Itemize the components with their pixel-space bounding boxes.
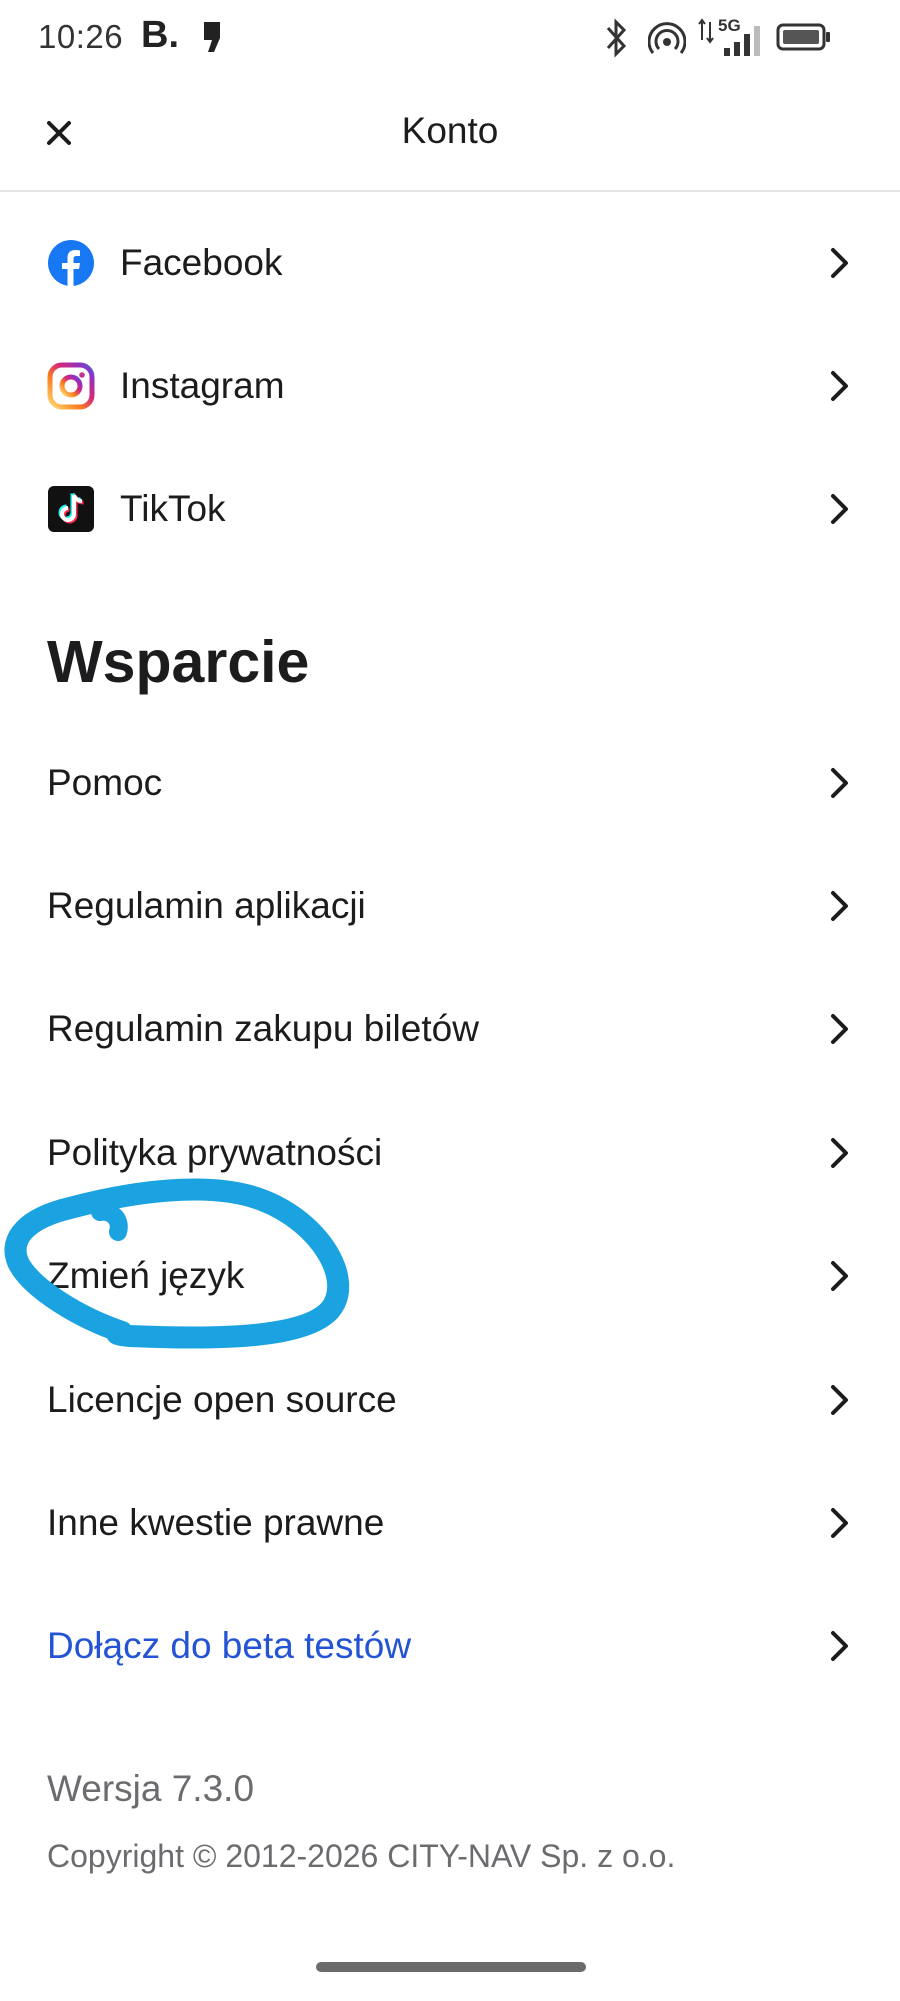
battery-icon xyxy=(776,23,830,51)
chevron-right-icon xyxy=(831,1631,848,1661)
menu-item-label: Dołącz do beta testów xyxy=(47,1625,412,1666)
chevron-right-icon xyxy=(831,494,848,524)
chevron-right-icon xyxy=(831,1261,848,1291)
chevron-right-icon xyxy=(831,371,848,401)
menu-item-label: Licencje open source xyxy=(47,1379,397,1420)
copyright-notice: Copyright © 2012-2026 CITY-NAV Sp. z o.o… xyxy=(47,1838,676,1874)
social-item-tiktok[interactable]: TikTok xyxy=(0,459,900,559)
mobile-data-icon xyxy=(698,18,714,44)
annotation-scribble xyxy=(4,1178,350,1349)
social-item-facebook[interactable]: Facebook xyxy=(0,213,900,313)
menu-item-app-terms[interactable]: Regulamin aplikacji xyxy=(0,856,900,956)
home-indicator[interactable] xyxy=(316,1962,586,1972)
hotspot-icon xyxy=(648,22,686,54)
menu-item-label: Polityka prywatności xyxy=(47,1132,383,1173)
menu-item-label: Regulamin zakupu biletów xyxy=(47,1008,479,1049)
menu-item-help[interactable]: Pomoc xyxy=(0,733,900,833)
chevron-right-icon xyxy=(831,248,848,278)
menu-item-other-legal[interactable]: Inne kwestie prawne xyxy=(0,1473,900,1573)
menu-item-ticket-terms[interactable]: Regulamin zakupu biletów xyxy=(0,979,900,1079)
app-brand-mark: B. xyxy=(141,14,179,56)
chevron-right-icon xyxy=(831,1508,848,1538)
social-item-label: Instagram xyxy=(120,365,285,406)
status-bar: 10:26 B. 5G xyxy=(0,0,900,76)
menu-item-join-beta[interactable]: Dołącz do beta testów xyxy=(0,1596,900,1696)
menu-item-open-source-licenses[interactable]: Licencje open source xyxy=(0,1350,900,1450)
social-item-instagram[interactable]: Instagram xyxy=(0,336,900,436)
section-heading-support: Wsparcie xyxy=(47,629,310,695)
app-version: Wersja 7.3.0 xyxy=(47,1768,255,1809)
top-app-bar: Konto xyxy=(0,76,900,192)
instagram-icon xyxy=(47,362,95,410)
social-item-label: Facebook xyxy=(120,242,283,283)
page-title: Konto xyxy=(401,110,499,151)
facebook-icon xyxy=(48,240,94,286)
tiktok-icon xyxy=(48,486,94,532)
chevron-right-icon xyxy=(831,891,848,921)
chevron-right-icon xyxy=(831,768,848,798)
chevron-right-icon xyxy=(831,1014,848,1044)
chevron-right-icon xyxy=(831,1138,848,1168)
signal-icon xyxy=(724,26,760,56)
bluetooth-icon xyxy=(606,18,627,58)
menu-item-label: Pomoc xyxy=(47,762,163,803)
notification-icon xyxy=(204,22,220,52)
status-time: 10:26 xyxy=(38,18,124,55)
menu-item-label: Inne kwestie prawne xyxy=(47,1502,385,1543)
social-item-label: TikTok xyxy=(120,488,226,529)
chevron-right-icon xyxy=(831,1385,848,1415)
menu-item-label: Regulamin aplikacji xyxy=(47,885,366,926)
